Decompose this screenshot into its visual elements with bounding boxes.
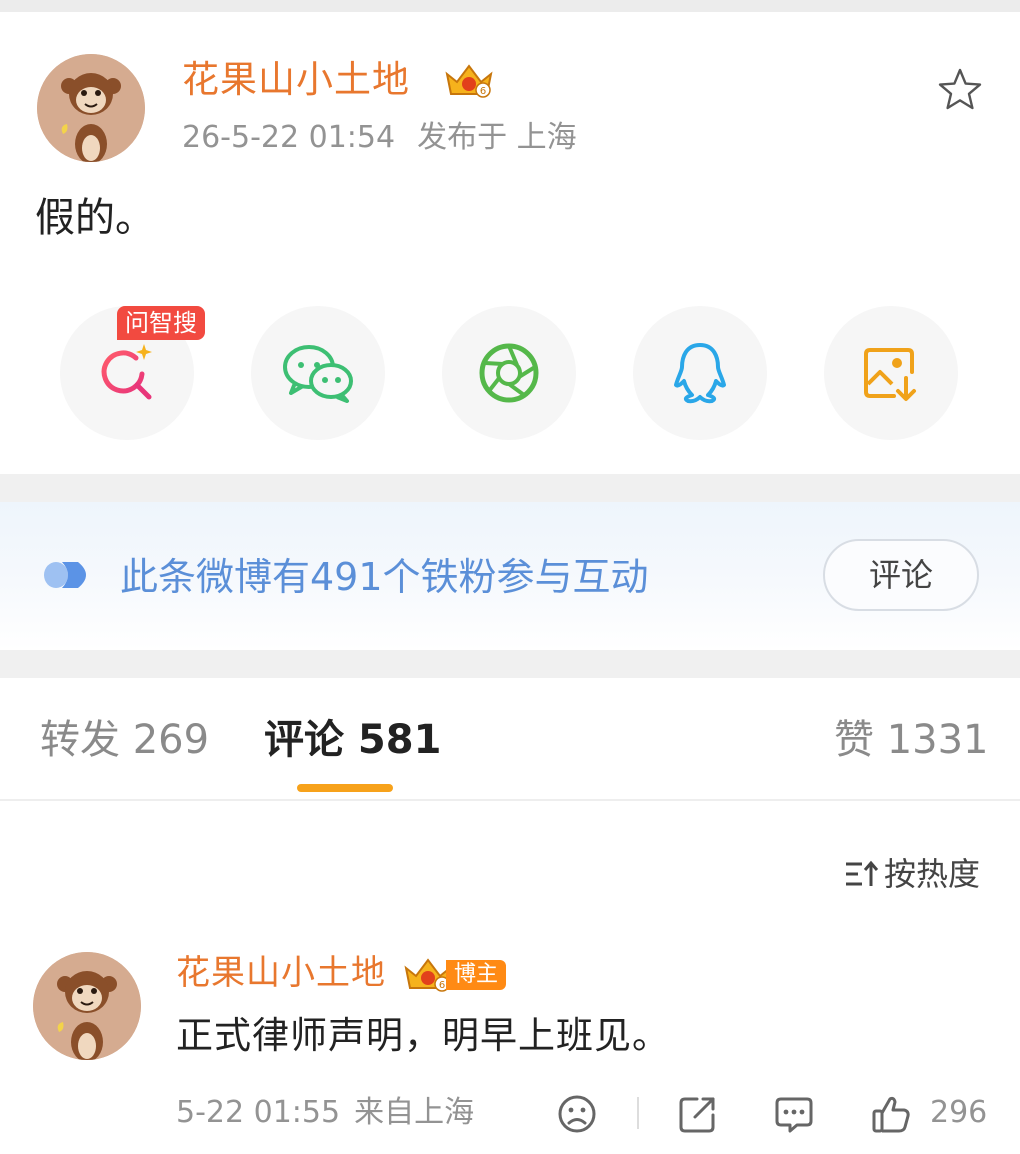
tabs-divider [0, 799, 1020, 801]
post-date: 26-5-22 01:54 [182, 120, 396, 155]
favorite-star-icon[interactable] [934, 64, 986, 116]
commenter-name[interactable]: 花果山小土地 [176, 950, 386, 996]
tab-comments[interactable]: 评论 581 [264, 712, 441, 768]
sort-by-hot-button[interactable]: 按热度 [844, 852, 980, 896]
sort-label: 按热度 [884, 855, 981, 893]
comment-text: 正式律师声明，明早上班见。 [176, 1014, 670, 1057]
post-location: 发布于 上海 [417, 120, 577, 155]
comment-location: 来自上海 [354, 1095, 475, 1130]
save-image-icon [864, 348, 916, 401]
fan-comment-button[interactable]: 评论 [823, 539, 979, 611]
share-moments-button[interactable] [442, 306, 576, 440]
wechat-icon [283, 345, 353, 403]
fan-interaction-text: 此条微博有491个铁粉参与互动 [120, 555, 649, 599]
sort-icon [846, 860, 879, 886]
tab-likes[interactable]: 赞 1331 [834, 712, 989, 768]
post-meta: 26-5-22 01:54 发布于 上海 [182, 118, 577, 158]
comment-date: 5-22 01:55 [176, 1095, 341, 1130]
comment-like-count: 296 [930, 1095, 988, 1130]
commenter-avatar[interactable] [33, 952, 141, 1060]
tab-repost[interactable]: 转发 269 [40, 712, 209, 768]
like-thumb-icon[interactable] [870, 1093, 912, 1135]
post-author-name[interactable]: 花果山小土地 [182, 56, 410, 104]
share-wechat-button[interactable] [251, 306, 385, 440]
reply-icon[interactable] [773, 1093, 815, 1135]
crown-badge-icon: 6 [445, 64, 493, 98]
svg-text:6: 6 [439, 980, 445, 991]
dislike-face-icon[interactable] [556, 1093, 598, 1135]
section-separator [0, 474, 1020, 502]
ai-search-icon [101, 344, 152, 400]
section-separator [0, 650, 1020, 678]
fan-badge-icon [44, 562, 86, 588]
moments-icon [479, 343, 539, 403]
monkey-avatar-icon [33, 952, 141, 1060]
author-avatar[interactable] [37, 54, 145, 162]
svg-text:6: 6 [480, 86, 486, 97]
top-separator [0, 0, 1020, 12]
action-divider [637, 1097, 639, 1129]
ai-search-tag: 问智搜 [117, 306, 205, 340]
owner-badge: 博主 [446, 960, 507, 990]
qq-icon [674, 343, 726, 404]
save-image-button[interactable] [824, 306, 958, 440]
share-qq-button[interactable] [633, 306, 767, 440]
post-body: 假的。 [35, 195, 155, 241]
monkey-avatar-icon [37, 54, 145, 162]
share-icon[interactable] [677, 1093, 719, 1135]
active-tab-indicator [297, 784, 393, 792]
comment-meta: 5-22 01:55 来自上海 [176, 1092, 474, 1134]
